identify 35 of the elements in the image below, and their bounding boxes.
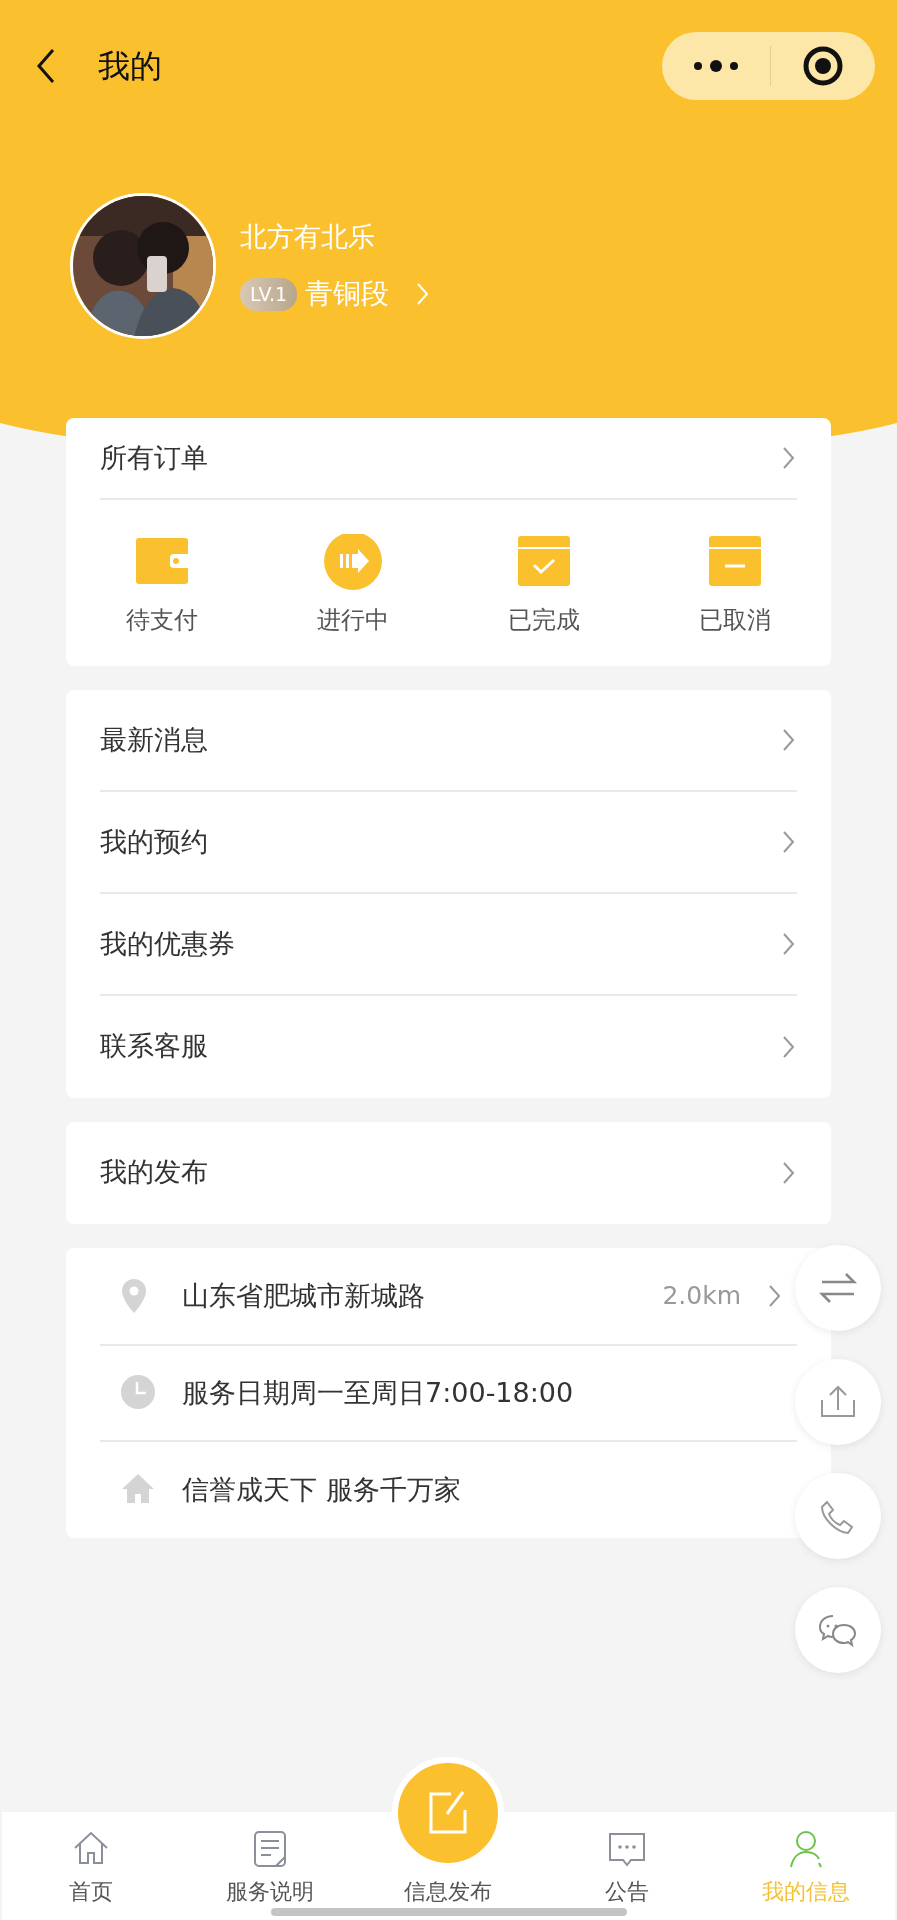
menu-item[interactable]: 联系客服 <box>100 996 797 1098</box>
all-orders-row[interactable]: 所有订单 <box>100 418 797 500</box>
arrow-right-icon <box>323 534 382 590</box>
chevron-right-icon <box>767 1283 783 1309</box>
user-name: 北方有北乐 <box>240 219 376 254</box>
tab-item[interactable]: 信息发布 <box>359 1748 538 1920</box>
target-icon <box>802 45 844 87</box>
chevron-right-icon <box>781 445 797 471</box>
share-icon <box>818 1384 858 1420</box>
tab-item[interactable]: 服务说明 <box>180 1812 360 1920</box>
tab-item[interactable]: 公告 <box>537 1812 717 1920</box>
chevron-right-icon <box>781 931 797 957</box>
order-status-button[interactable]: 进行中 <box>316 534 389 638</box>
order-status-button[interactable]: 已完成 <box>508 534 581 638</box>
distance-label: 2.0km <box>662 1280 741 1313</box>
menu-item[interactable]: 我的预约 <box>100 792 797 894</box>
order-status-button[interactable]: 已取消 <box>699 534 772 638</box>
chevron-right-icon <box>781 829 797 855</box>
menu-item[interactable]: 我的优惠券 <box>100 894 797 996</box>
rank-label: 青铜段 <box>305 276 390 313</box>
back-icon <box>36 48 56 84</box>
menu-item[interactable]: 我的发布 <box>100 1122 797 1224</box>
chevron-right-icon <box>781 727 797 753</box>
level-badge: LV.1 <box>240 278 298 311</box>
tab-item[interactable]: 首页 <box>2 1812 181 1920</box>
clock-icon <box>120 1374 156 1412</box>
back-button[interactable] <box>36 48 56 84</box>
info-text: 山东省肥城市新城路 <box>182 1278 425 1313</box>
menu-item[interactable]: 最新消息 <box>100 690 797 792</box>
page-title: 我的 <box>98 46 162 87</box>
chat-icon <box>818 1612 858 1648</box>
more-icon <box>693 59 739 73</box>
order-status-button[interactable]: 待支付 <box>125 534 198 638</box>
info-text: 服务日期周一至周日7:00-18:00 <box>182 1375 574 1410</box>
info-text: 信誉成天下 服务千万家 <box>182 1472 461 1507</box>
